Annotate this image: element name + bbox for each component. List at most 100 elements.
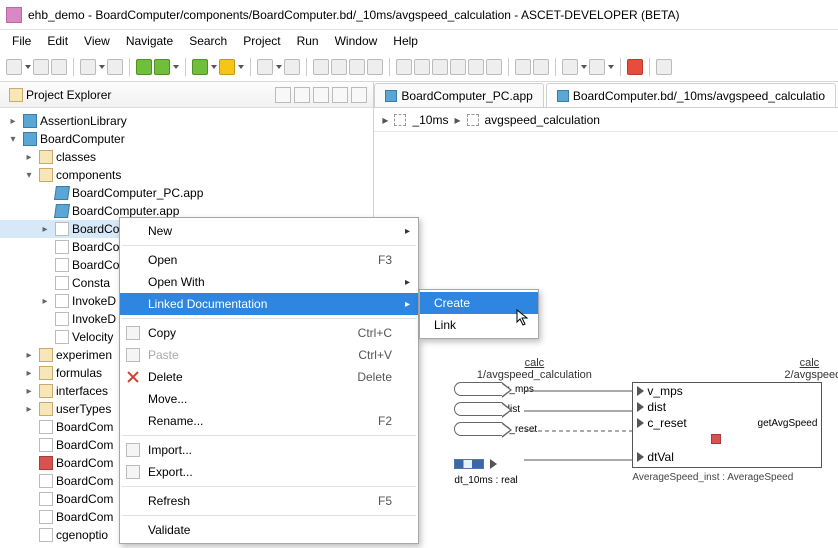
dt-bar-icon[interactable] [454, 459, 484, 469]
ctx-shortcut: F3 [378, 253, 392, 267]
ctx-new[interactable]: New▸ [120, 220, 418, 242]
tree-item[interactable]: ▾components [0, 166, 373, 184]
tool-up-icon[interactable] [349, 59, 365, 75]
tool-save-icon[interactable] [33, 59, 49, 75]
tree-item[interactable]: ▾ BoardComputer [0, 130, 373, 148]
port-shape[interactable] [454, 402, 502, 416]
tool-wiz1-icon[interactable] [396, 59, 412, 75]
tool-run-icon[interactable] [136, 59, 152, 75]
tool-debug-icon[interactable] [219, 59, 235, 75]
status-icon [711, 434, 721, 444]
node-label: BoardComputer.app [72, 204, 179, 218]
twisty-icon[interactable]: ▾ [6, 134, 20, 145]
node-label: BoardComputer [40, 132, 125, 146]
tool-wiz2-icon[interactable] [414, 59, 430, 75]
node-label: cgenoptio [56, 528, 108, 542]
menu-search[interactable]: Search [181, 32, 235, 50]
node-icon [39, 438, 53, 452]
tool-wiz5-icon[interactable] [468, 59, 484, 75]
arrow-icon [490, 459, 497, 469]
block-avgspeed[interactable]: v_mps dist c_reset getAvgSpeed dtVal [632, 382, 822, 468]
tool-wiz3-icon[interactable] [432, 59, 448, 75]
tree-item[interactable]: ▸classes [0, 148, 373, 166]
port-shape[interactable] [454, 422, 502, 436]
subctx-link[interactable]: Link [420, 314, 538, 336]
tool-experiment-icon[interactable] [154, 59, 170, 75]
subctx-create[interactable]: Create [420, 292, 538, 314]
tool-saveall-icon[interactable] [51, 59, 67, 75]
tree-item[interactable]: ▸AssertionLibrary [0, 112, 373, 130]
ctx-move-[interactable]: Move... [120, 388, 418, 410]
ctx-refresh[interactable]: RefreshF5 [120, 490, 418, 512]
ctx-copy[interactable]: CopyCtrl+C [120, 322, 418, 344]
context-submenu: Create Link [419, 289, 539, 339]
node-icon [55, 294, 69, 308]
menu-window[interactable]: Window [327, 32, 386, 50]
twisty-icon[interactable]: ▸ [6, 116, 20, 127]
ctx-open[interactable]: OpenF3 [120, 249, 418, 271]
tool-fwd-icon[interactable] [331, 59, 347, 75]
tab-boardcomputer-pc[interactable]: BoardComputer_PC.app [374, 83, 543, 107]
twisty-icon[interactable]: ▸ [22, 404, 36, 415]
ctx-validate[interactable]: Validate [120, 519, 418, 541]
explorer-collapseall-icon[interactable] [294, 87, 310, 103]
menu-file[interactable]: File [4, 32, 39, 50]
breadcrumb-item[interactable]: _10ms [412, 113, 448, 127]
tree-item[interactable]: BoardComputer_PC.app [0, 184, 373, 202]
node-icon [55, 330, 69, 344]
menu-edit[interactable]: Edit [39, 32, 76, 50]
tool-b-icon[interactable] [533, 59, 549, 75]
tab-boardcomputer-bd[interactable]: BoardComputer.bd/_10ms/avgspeed_calculat… [546, 83, 836, 107]
ctx-delete[interactable]: DeleteDelete [120, 366, 418, 388]
tool-generic2-icon[interactable] [107, 59, 123, 75]
explorer-min-icon[interactable] [332, 87, 348, 103]
twisty-icon[interactable]: ▸ [22, 152, 36, 163]
twisty-icon[interactable]: ▸ [38, 296, 52, 307]
tool-misc-icon[interactable] [656, 59, 672, 75]
tool-annotate-icon[interactable] [284, 59, 300, 75]
explorer-icon [9, 88, 23, 102]
ctx-paste: PasteCtrl+V [120, 344, 418, 366]
explorer-linkwitheditor-icon[interactable] [275, 87, 291, 103]
tool-delete-icon[interactable] [627, 59, 643, 75]
node-label: BoardCo [72, 258, 119, 272]
twisty-icon[interactable]: ▾ [22, 170, 36, 181]
explorer-max-icon[interactable] [351, 87, 367, 103]
menu-project[interactable]: Project [235, 32, 288, 50]
ctx-label: Link [434, 318, 456, 332]
tool-wiz4-icon[interactable] [450, 59, 466, 75]
node-icon [55, 258, 69, 272]
port-shape[interactable] [454, 382, 502, 396]
breadcrumb-caret-icon[interactable]: ▸ [382, 113, 388, 127]
tool-wiz6-icon[interactable] [486, 59, 502, 75]
tool-search-icon[interactable] [257, 59, 273, 75]
menu-view[interactable]: View [76, 32, 118, 50]
ctx-import-[interactable]: Import... [120, 439, 418, 461]
ctx-rename-[interactable]: Rename...F2 [120, 410, 418, 432]
menu-run[interactable]: Run [289, 32, 327, 50]
tool-undo-icon[interactable] [562, 59, 578, 75]
block2-sub: 2/avgspeed [784, 369, 834, 381]
twisty-icon[interactable]: ▸ [22, 368, 36, 379]
ctx-linked-documentation[interactable]: Linked Documentation▸ [120, 293, 418, 315]
tool-new-icon[interactable] [6, 59, 22, 75]
breadcrumb-item[interactable]: avgspeed_calculation [485, 113, 600, 127]
ctx-export-[interactable]: Export... [120, 461, 418, 483]
ctx-label: Create [434, 296, 470, 310]
twisty-icon[interactable]: ▸ [38, 224, 52, 235]
tool-play-icon[interactable] [192, 59, 208, 75]
menu-help[interactable]: Help [385, 32, 426, 50]
tool-redo-icon[interactable] [589, 59, 605, 75]
tool-a-icon[interactable] [515, 59, 531, 75]
node-label: BoardCom [56, 510, 113, 524]
menu-navigate[interactable]: Navigate [118, 32, 181, 50]
tab-label: BoardComputer.bd/_10ms/avgspeed_calculat… [573, 89, 825, 103]
node-icon [54, 186, 70, 200]
tool-generic-icon[interactable] [80, 59, 96, 75]
twisty-icon[interactable]: ▸ [22, 350, 36, 361]
twisty-icon[interactable]: ▸ [22, 386, 36, 397]
tool-down-icon[interactable] [367, 59, 383, 75]
explorer-viewmenu-icon[interactable] [313, 87, 329, 103]
tool-back-icon[interactable] [313, 59, 329, 75]
ctx-open-with[interactable]: Open With▸ [120, 271, 418, 293]
